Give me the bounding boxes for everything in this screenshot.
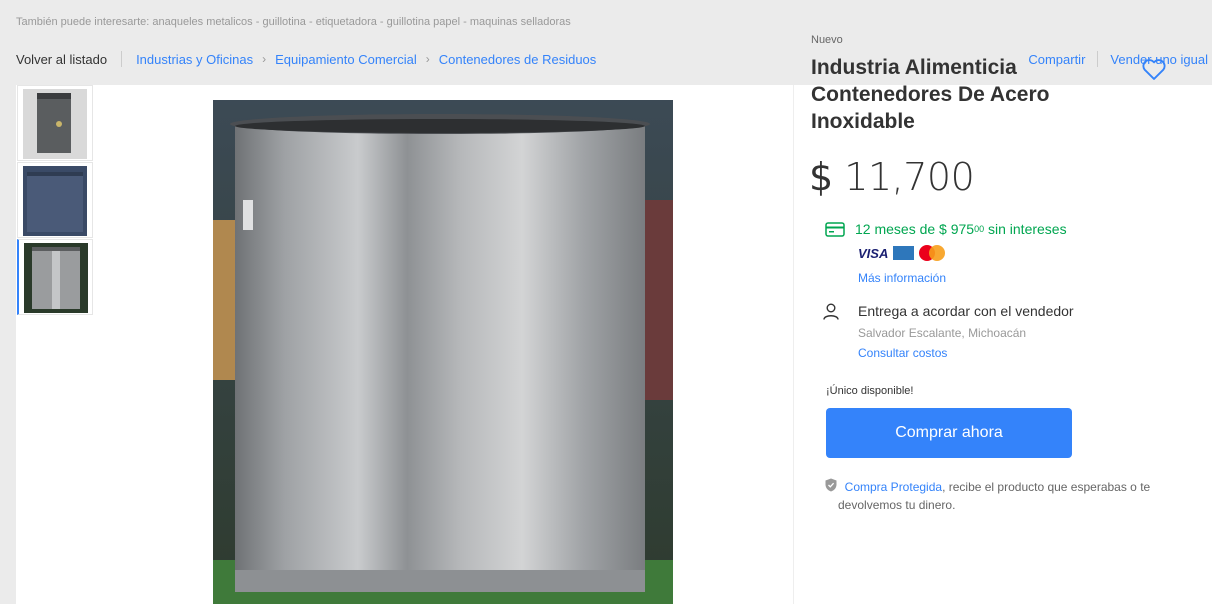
breadcrumb-item[interactable]: Equipamiento Comercial <box>275 52 417 67</box>
chevron-right-icon: › <box>425 52 430 66</box>
suggestions-prefix: También puede interesarte: <box>16 16 150 28</box>
thumbnail-3-selected[interactable] <box>17 239 93 315</box>
suggestion-link[interactable]: guillotina <box>262 16 305 28</box>
suggestion-link[interactable]: anaqueles metalicos <box>152 16 252 28</box>
buy-now-button[interactable]: Comprar ahora <box>826 408 1072 458</box>
payment-brands: VISA <box>858 245 946 261</box>
person-icon <box>823 303 839 320</box>
installments-cents: 00 <box>974 224 985 234</box>
installments-text: 12 meses de $ 975 <box>855 221 975 237</box>
card-icon <box>825 221 845 237</box>
installments-suffix: sin intereses <box>988 221 1067 237</box>
price: $ 11,700 <box>809 155 975 199</box>
chevron-right-icon: › <box>262 52 267 66</box>
product-card <box>16 85 1212 604</box>
suggestion-link[interactable]: guillotina papel <box>387 16 460 28</box>
condition-label: Nuevo <box>811 34 843 46</box>
breadcrumb: Volver al listado Industrias y Oficinas … <box>16 51 596 67</box>
more-info-link[interactable]: Más información <box>858 271 946 285</box>
shipping-costs-link[interactable]: Consultar costos <box>858 346 947 360</box>
back-to-list-link[interactable]: Volver al listado <box>16 52 107 67</box>
thumbnail-2[interactable] <box>17 162 93 238</box>
visa-logo: VISA <box>858 245 889 261</box>
seller-location: Salvador Escalante, Michoacán <box>858 326 1027 340</box>
shield-icon <box>825 478 837 492</box>
suggestions-bar: También puede interesarte: anaqueles met… <box>16 16 571 28</box>
breadcrumb-item[interactable]: Industrias y Oficinas <box>136 52 253 67</box>
heart-icon[interactable] <box>1140 55 1168 83</box>
suggestion-link[interactable]: etiquetadora <box>316 16 377 28</box>
column-divider <box>793 85 794 604</box>
delivery-text: Entrega a acordar con el vendedor <box>858 303 1074 319</box>
amex-logo <box>893 246 915 260</box>
main-product-image[interactable] <box>213 100 673 604</box>
installments: 12 meses de $ 975 00 sin intereses <box>825 221 1067 237</box>
suggestion-link[interactable]: maquinas selladoras <box>470 16 571 28</box>
divider <box>121 51 123 67</box>
breadcrumb-item[interactable]: Contenedores de Residuos <box>439 52 597 67</box>
mastercard-logo <box>919 245 946 261</box>
thumbnail-1[interactable] <box>17 85 93 161</box>
stock-label: ¡Único disponible! <box>826 385 914 397</box>
product-title: Industria Alimenticia Contenedores De Ac… <box>811 56 1050 133</box>
price-currency: $ <box>809 155 833 199</box>
protected-purchase-link[interactable]: Compra Protegida <box>845 480 942 494</box>
price-amount: 11,700 <box>844 155 975 199</box>
protected-purchase-text: Compra Protegida, recibe el producto que… <box>838 478 1178 514</box>
